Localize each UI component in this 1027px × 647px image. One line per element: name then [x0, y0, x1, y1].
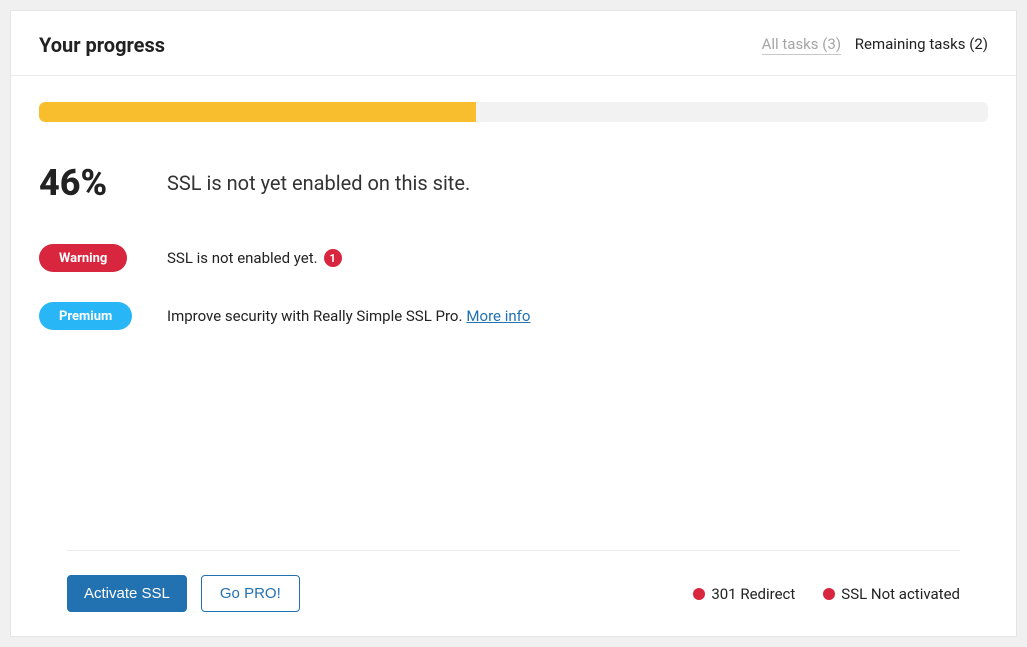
percent-row: 46% SSL is not yet enabled on this site.	[39, 162, 988, 204]
card-header: Your progress All tasks (3) Remaining ta…	[11, 11, 1016, 75]
percent-value: 46%	[39, 162, 167, 204]
card-body: 46% SSL is not yet enabled on this site.…	[11, 75, 1016, 636]
task-label-col: Warning	[39, 244, 167, 272]
task-list: Warning SSL is not enabled yet. 1 Premiu…	[39, 244, 988, 360]
premium-badge: Premium	[39, 302, 132, 330]
page-title: Your progress	[39, 33, 165, 57]
status-dot-icon	[693, 588, 705, 600]
task-text: SSL is not enabled yet. 1	[167, 249, 342, 267]
tab-all-tasks[interactable]: All tasks (3)	[762, 35, 841, 55]
spacer	[39, 360, 988, 550]
task-row-premium: Premium Improve security with Really Sim…	[39, 302, 988, 330]
task-count-badge: 1	[324, 249, 342, 267]
task-premium-text: Improve security with Really Simple SSL …	[167, 307, 462, 325]
progress-status-text: SSL is not yet enabled on this site.	[167, 171, 470, 195]
tab-remaining-tasks[interactable]: Remaining tasks (2)	[855, 35, 988, 53]
progress-bar	[39, 102, 988, 122]
progress-fill	[39, 102, 476, 122]
task-row-warning: Warning SSL is not enabled yet. 1	[39, 244, 988, 272]
task-label-col: Premium	[39, 302, 167, 330]
status-label: SSL Not activated	[841, 585, 960, 603]
tab-remaining-count: 2	[974, 35, 982, 53]
task-warning-text: SSL is not enabled yet.	[167, 249, 318, 267]
header-tabs: All tasks (3) Remaining tasks (2)	[762, 35, 988, 55]
activate-ssl-button[interactable]: Activate SSL	[67, 575, 187, 612]
status-301-redirect: 301 Redirect	[693, 585, 795, 603]
progress-card: Your progress All tasks (3) Remaining ta…	[10, 10, 1017, 637]
footer-buttons: Activate SSL Go PRO!	[67, 575, 300, 612]
status-ssl-not-activated: SSL Not activated	[823, 585, 960, 603]
status-dot-icon	[823, 588, 835, 600]
status-label: 301 Redirect	[711, 585, 795, 603]
card-footer: Activate SSL Go PRO! 301 Redirect SSL No…	[67, 550, 960, 636]
tab-remaining-label: Remaining tasks	[855, 35, 966, 53]
status-list: 301 Redirect SSL Not activated	[693, 585, 960, 603]
tab-all-count: 3	[827, 35, 835, 53]
tab-all-label: All tasks	[762, 35, 819, 53]
task-text: Improve security with Really Simple SSL …	[167, 307, 530, 325]
more-info-link[interactable]: More info	[466, 307, 530, 325]
warning-badge: Warning	[39, 244, 127, 272]
go-pro-button[interactable]: Go PRO!	[201, 575, 300, 612]
